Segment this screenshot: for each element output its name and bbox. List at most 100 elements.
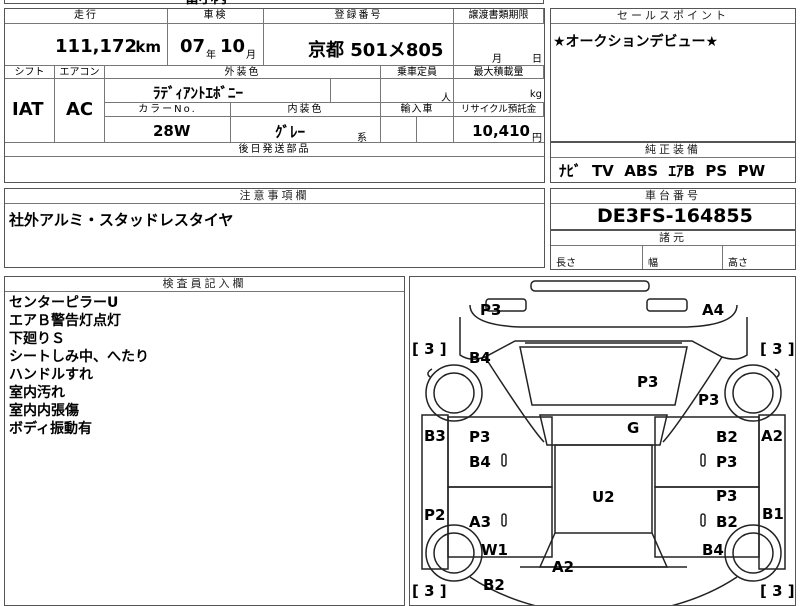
sales-point-text: ★オークションデビュー★ [553, 34, 719, 50]
import-cell-b [417, 117, 454, 143]
aircon-header: エアコン [55, 66, 105, 79]
damage-mark: B4 [469, 453, 491, 471]
inspector-note: ボディ振動有 [9, 421, 93, 437]
damage-mark: U2 [592, 488, 615, 506]
car-diagram [421, 280, 786, 605]
shift-cell: IAT [5, 79, 55, 143]
sales-point-header: セールスポイント [551, 9, 795, 24]
mileage-unit: km [135, 38, 161, 56]
registration-value: 京都 501メ805 [308, 40, 444, 61]
inspection-cell: 07 年 10 月 [168, 24, 264, 66]
notes-text: 社外アルミ・スタッドレスタイヤ [9, 211, 234, 229]
aircon-cell: AC [55, 79, 105, 143]
mileage-header: 走行 [5, 9, 168, 24]
capacity-header: 乗車定員 [381, 66, 454, 79]
damage-mark: P3 [637, 373, 659, 391]
max-load-header: 最大積載量 [454, 66, 544, 79]
recycle-header: リサイクル預託金 [454, 103, 544, 117]
damage-mark: A4 [702, 301, 725, 319]
chassis-value: DE3FS-164855 [597, 205, 753, 227]
dimension-length-cell: 長さ [551, 246, 643, 269]
genuine-equipment-header: 純正装備 [551, 143, 795, 158]
exterior-color-extra [331, 79, 381, 103]
inspector-notes: センターピラーU エアＢ警告灯点灯 下廻りＳ シートしみ中、へたり ハンドルすれ… [9, 294, 149, 438]
inspector-note: 下廻りＳ [9, 331, 65, 347]
import-header: 輸入車 [381, 103, 454, 117]
exterior-color-value: ﾗﾃﾞｨｱﾝﾄｴﾎﾞﾆｰ [153, 84, 244, 102]
genuine-equipment-items: ﾅﾋﾞ TV ABS ｴｱB PS PW [559, 162, 766, 180]
damage-mark: A3 [469, 513, 492, 531]
inspector-note: 室内内張傷 [9, 403, 79, 419]
damage-mark: B4 [469, 349, 491, 367]
registration-cell: 京都 501メ805 [264, 24, 454, 66]
import-cell-a [381, 117, 417, 143]
transfer-deadline-header: 譲渡書類期限 [454, 9, 544, 24]
transfer-day-unit: 日 [532, 54, 542, 65]
inspection-year: 07 [180, 36, 206, 57]
mileage-cell: 111,172 km [5, 24, 168, 66]
recycle-unit: 円 [532, 133, 542, 144]
chassis-box: 車台番号 DE3FS-164855 [550, 188, 796, 230]
chassis-header: 車台番号 [551, 189, 795, 204]
aircon-value: AC [66, 99, 94, 120]
capacity-cell: 人 [381, 79, 454, 104]
inspection-month-unit: 月 [246, 50, 256, 61]
inspection-month: 10 [220, 36, 246, 57]
inspection-header: 車検 [168, 9, 264, 24]
capacity-unit: 人 [441, 93, 451, 104]
notes-box: 注意事項欄 社外アルミ・スタッドレスタイヤ [4, 188, 545, 268]
damage-mark: B2 [716, 428, 738, 446]
interior-color-cell: ｸﾞﾚｰ 系 [231, 117, 381, 144]
dimension-length-label: 長さ [556, 258, 576, 269]
inspector-box: 検査員記入欄 センターピラーU エアＢ警告灯点灯 下廻りＳ シートしみ中、へたり… [4, 276, 405, 606]
genuine-equipment-box: 純正装備 ﾅﾋﾞ TV ABS ｴｱB PS PW [550, 142, 796, 183]
transfer-deadline-cell: 月 日 [454, 24, 544, 66]
exterior-color-header: 外装色 [105, 66, 381, 79]
tire-depth-front-left: [ 3 ] [412, 340, 447, 358]
interior-color-suffix: 系 [357, 133, 367, 144]
dimensions-box: 諸元 長さ 幅 高さ [550, 230, 796, 270]
top-fragment-text: 富小内 [185, 0, 227, 8]
shift-header: シフト [5, 66, 55, 79]
tire-depth-rear-right: [ 3 ] [760, 582, 795, 600]
inspector-note: シートしみ中、へたり [9, 349, 149, 365]
damage-mark: P3 [469, 428, 491, 446]
damage-mark: P2 [424, 506, 446, 524]
mileage-value: 111,172 [55, 36, 137, 57]
interior-color-header: 内装色 [231, 103, 381, 117]
damage-mark: W1 [481, 541, 508, 559]
dimension-width-cell: 幅 [643, 246, 723, 269]
damage-mark: P3 [716, 453, 738, 471]
max-load-unit: kg [529, 89, 542, 100]
top-strip [4, 0, 544, 4]
damage-mark: A2 [552, 558, 575, 576]
exterior-color-cell: ﾗﾃﾞｨｱﾝﾄｴﾎﾞﾆｰ [105, 79, 331, 103]
registration-header: 登録番号 [264, 9, 454, 24]
inspector-note: センターピラーU [9, 295, 119, 311]
tire-depth-rear-left: [ 3 ] [412, 582, 447, 600]
damage-mark: P3 [698, 391, 720, 409]
tire-depth-front-right: [ 3 ] [760, 340, 795, 358]
dimensions-header: 諸元 [551, 231, 795, 246]
inspector-header: 検査員記入欄 [5, 277, 404, 292]
damage-mark: B2 [716, 513, 738, 531]
inspector-note: ハンドルすれ [9, 367, 93, 383]
vehicle-info-table: 走行 車検 登録番号 譲渡書類期限 111,172 km 07 年 10 月 京… [4, 8, 545, 183]
shipping-parts-header: 後日発送部品 [5, 143, 544, 157]
dimension-height-cell: 高さ [723, 246, 795, 269]
max-load-cell: kg [454, 79, 544, 103]
notes-header: 注意事項欄 [5, 189, 544, 204]
sales-point-box: セールスポイント ★オークションデビュー★ [550, 8, 796, 142]
damage-mark: B3 [424, 427, 446, 445]
inspection-year-unit: 年 [206, 50, 216, 61]
transfer-month-unit: 月 [492, 54, 502, 65]
inspector-note: エアＢ警告灯点灯 [9, 313, 121, 329]
shift-value: IAT [12, 99, 44, 120]
inspector-note: 室内汚れ [9, 385, 65, 401]
dimension-width-label: 幅 [648, 258, 658, 269]
recycle-cell: 10,410 円 [454, 117, 544, 144]
damage-mark: B2 [483, 576, 505, 594]
damage-mark: A2 [761, 427, 784, 445]
damage-mark: B4 [702, 541, 724, 559]
damage-mark: B1 [762, 505, 784, 523]
